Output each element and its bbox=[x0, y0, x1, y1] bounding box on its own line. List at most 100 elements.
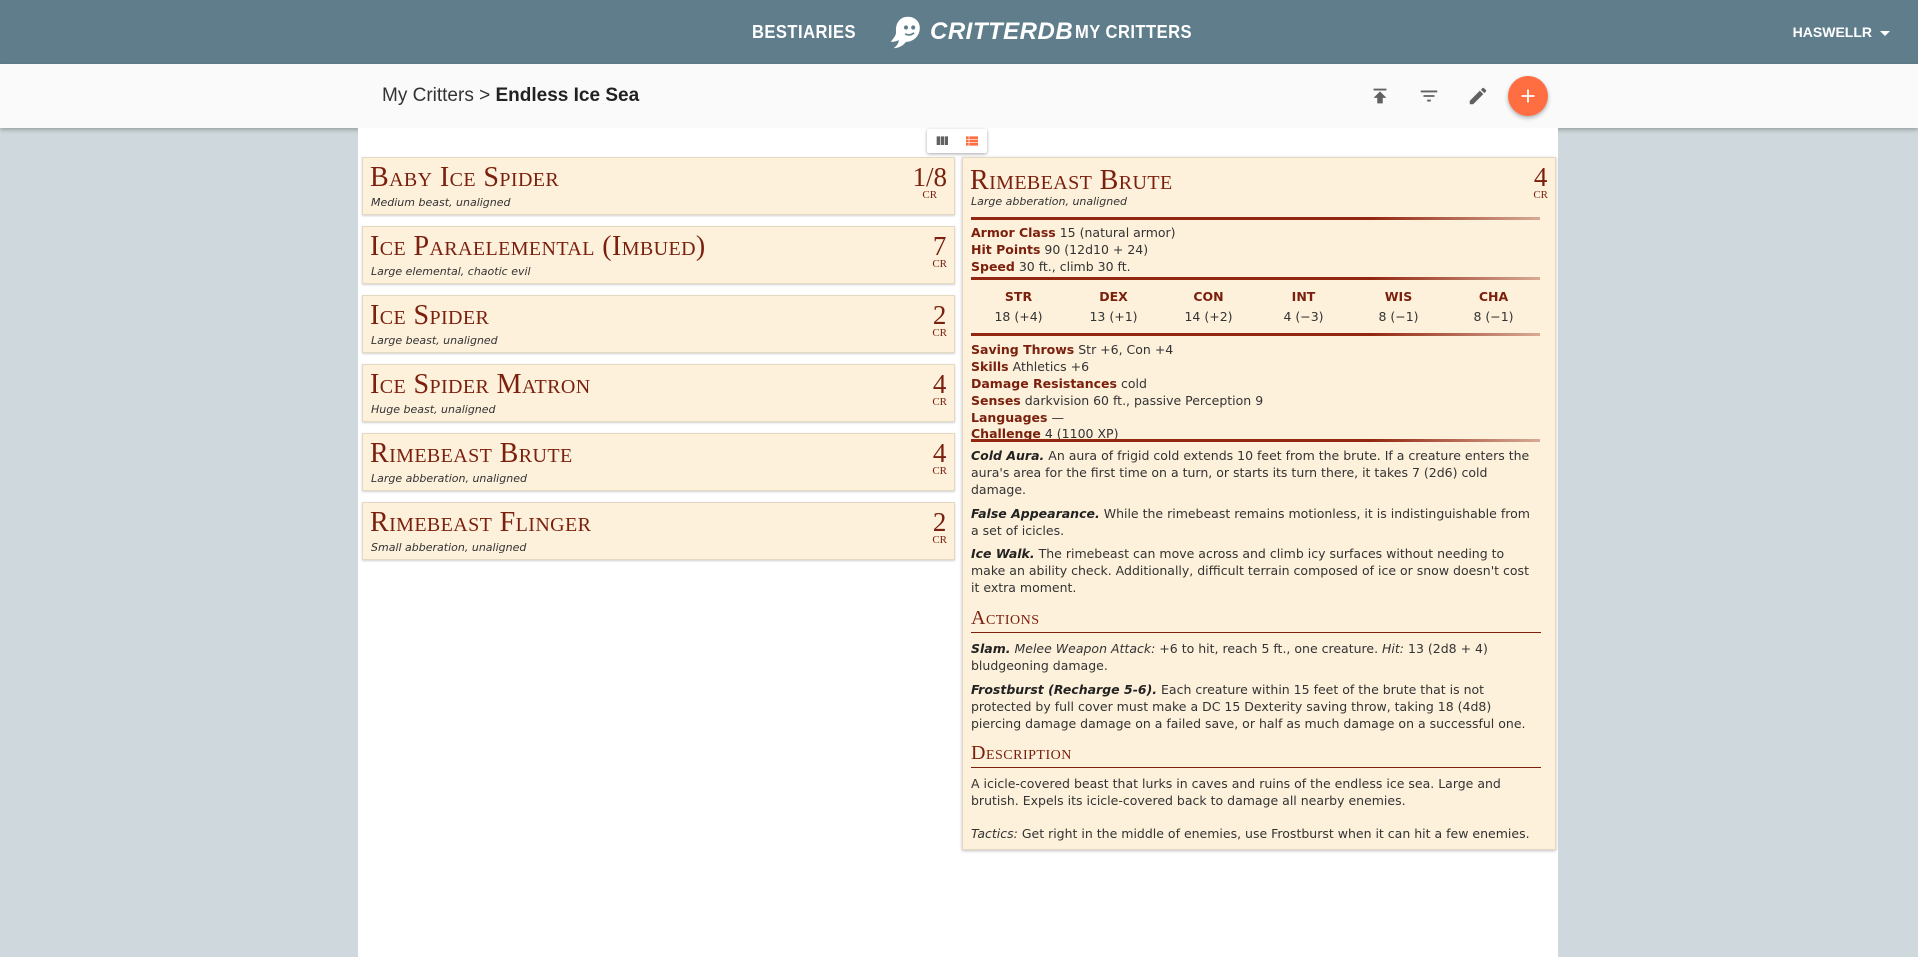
divider bbox=[971, 439, 1540, 442]
edit-button[interactable] bbox=[1462, 80, 1494, 112]
critter-name: Ice Spider bbox=[370, 300, 490, 331]
cr-label: CR bbox=[932, 396, 947, 408]
attack-text: +6 to hit, reach 5 ft., one creature. bbox=[1159, 641, 1379, 656]
nav-my-critters-link[interactable]: MY CRITTERS bbox=[1075, 0, 1192, 64]
stat-block: Rimebeast Brute Large abberation, unalig… bbox=[962, 157, 1556, 850]
languages-row: Languages — bbox=[971, 410, 1541, 427]
armor-class-row: Armor Class 15 (natural armor) bbox=[971, 225, 1541, 242]
cr-value: 2 bbox=[932, 507, 947, 537]
view-mode-toggle bbox=[927, 129, 987, 153]
trait-name: Ice Walk. bbox=[971, 546, 1035, 562]
ability-score: 8 (−1) bbox=[1378, 308, 1419, 324]
critter-card[interactable]: Rimebeast Flinger Small abberation, unal… bbox=[362, 502, 955, 560]
breadcrumb-separator: > bbox=[479, 85, 491, 106]
ability-score: 14 (+2) bbox=[1184, 308, 1233, 324]
critter-meta: Medium beast, unaligned bbox=[371, 196, 511, 209]
hit-points-row: Hit Points 90 (12d10 + 24) bbox=[971, 242, 1541, 259]
skills-label: Skills bbox=[971, 358, 1009, 374]
trait-text: An aura of frigid cold extends 10 feet f… bbox=[971, 448, 1530, 497]
cr-value: 7 bbox=[932, 231, 947, 261]
languages-value: — bbox=[1051, 409, 1064, 425]
trait: Cold Aura. An aura of frigid cold extend… bbox=[971, 448, 1541, 499]
critter-cr: 2 CR bbox=[932, 302, 947, 339]
tactics-text: Get right in the middle of enemies, use … bbox=[1021, 826, 1530, 842]
critter-cr: 4 CR bbox=[932, 440, 947, 477]
ability-name: CHA bbox=[1478, 289, 1509, 304]
critter-card[interactable]: Ice Spider Matron Huge beast, unaligned … bbox=[362, 364, 955, 422]
column-view-button[interactable] bbox=[927, 129, 957, 153]
nav-bestiaries-link[interactable]: BESTIARIES bbox=[752, 0, 856, 64]
critter-name: Rimebeast Brute bbox=[370, 438, 573, 469]
trait: Ice Walk. The rimebeast can move across … bbox=[971, 546, 1541, 597]
description-heading: Description bbox=[971, 740, 1541, 769]
critter-meta: Large elemental, chaotic evil bbox=[371, 265, 531, 278]
cr-label: CR bbox=[932, 465, 947, 477]
brand-name: CRITTERDB bbox=[930, 18, 1074, 45]
critter-name: Rimebeast Flinger bbox=[370, 507, 592, 538]
action: Frostburst (Recharge 5-6). Each creature… bbox=[971, 682, 1541, 733]
ability-con: CON 14 (+2) bbox=[1161, 289, 1256, 326]
traits-and-actions: Cold Aura. An aura of frigid cold extend… bbox=[971, 448, 1541, 850]
top-navbar: BESTIARIES CRITTERDB MY CRITTERS HASWELL… bbox=[0, 0, 1918, 64]
action-name: Frostburst (Recharge 5-6). bbox=[971, 681, 1158, 697]
brand-logo[interactable]: CRITTERDB bbox=[888, 10, 1073, 54]
critter-cr: 2 CR bbox=[932, 509, 947, 546]
cr-value: 4 bbox=[1533, 162, 1548, 192]
ability-score: 4 (−3) bbox=[1283, 308, 1324, 324]
tactics: Tactics: Get right in the middle of enem… bbox=[971, 826, 1541, 843]
ability-name: CON bbox=[1193, 289, 1224, 304]
export-button[interactable] bbox=[1364, 80, 1396, 112]
damage-resistances-value: cold bbox=[1120, 375, 1147, 391]
view-column-icon bbox=[936, 136, 948, 145]
cr-value: 4 bbox=[932, 438, 947, 468]
plus-icon bbox=[1521, 89, 1535, 103]
critter-cr: 4 CR bbox=[932, 371, 947, 408]
add-critter-button[interactable] bbox=[1508, 76, 1548, 116]
filter-button[interactable] bbox=[1413, 80, 1445, 112]
user-name: HASWELLR bbox=[1792, 24, 1872, 40]
description-text: A icicle-covered beast that lurks in cav… bbox=[971, 776, 1501, 809]
trait: False Appearance. While the rimebeast re… bbox=[971, 506, 1541, 540]
hit-points-label: Hit Points bbox=[971, 241, 1041, 257]
filter-list-icon bbox=[1420, 90, 1438, 102]
ability-cha: CHA 8 (−1) bbox=[1446, 289, 1541, 326]
trait-name: False Appearance. bbox=[971, 505, 1100, 521]
saving-throws-label: Saving Throws bbox=[971, 342, 1075, 357]
breadcrumb: My Critters > Endless Ice Sea bbox=[382, 64, 639, 128]
divider bbox=[971, 277, 1540, 280]
saving-throws-row: Saving Throws Str +6, Con +4 bbox=[971, 342, 1541, 359]
senses-label: Senses bbox=[971, 392, 1021, 408]
user-menu[interactable]: HASWELLR bbox=[1793, 0, 1890, 64]
armor-class-label: Armor Class bbox=[971, 225, 1056, 240]
list-view-button[interactable] bbox=[957, 129, 987, 153]
trait-text: The rimebeast can move across and climb … bbox=[971, 546, 1529, 596]
breadcrumb-parent-link[interactable]: My Critters bbox=[382, 85, 474, 106]
cr-label: CR bbox=[932, 534, 947, 546]
action: Slam. Melee Weapon Attack: +6 to hit, re… bbox=[971, 641, 1541, 675]
cr-label: CR bbox=[1533, 189, 1548, 201]
critter-card[interactable]: Ice Spider Large beast, unaligned 2 CR bbox=[362, 295, 955, 353]
caret-down-icon bbox=[1880, 30, 1890, 36]
cr-value: 2 bbox=[932, 300, 947, 330]
skills-value: Athletics +6 bbox=[1012, 358, 1090, 374]
breadcrumb-current: Endless Ice Sea bbox=[495, 85, 640, 106]
attack-type: Melee Weapon Attack: bbox=[1014, 641, 1156, 656]
basic-stats: Armor Class 15 (natural armor) Hit Point… bbox=[971, 225, 1541, 276]
stat-block-meta: Large abberation, unaligned bbox=[971, 195, 1127, 208]
action-name: Slam. bbox=[971, 641, 1011, 656]
critter-cr: 1/8 CR bbox=[912, 164, 947, 201]
actions-heading: Actions bbox=[971, 605, 1541, 633]
ability-str: STR 18 (+4) bbox=[971, 289, 1066, 326]
cr-label: CR bbox=[932, 327, 947, 339]
pencil-icon bbox=[1469, 87, 1487, 105]
ability-score: 18 (+4) bbox=[994, 308, 1043, 324]
critter-card[interactable]: Baby Ice Spider Medium beast, unaligned … bbox=[362, 157, 955, 215]
damage-resistances-row: Damage Resistances cold bbox=[971, 376, 1541, 393]
hit-points-value: 90 (12d10 + 24) bbox=[1044, 241, 1149, 257]
ability-name: DEX bbox=[1099, 289, 1128, 304]
critter-card[interactable]: Rimebeast Brute Large abberation, unalig… bbox=[362, 433, 955, 491]
critter-card[interactable]: Ice Paraelemental (Imbued) Large element… bbox=[362, 226, 955, 284]
hit-label: Hit: bbox=[1382, 641, 1405, 656]
stat-block-cr: 4 CR bbox=[1533, 164, 1548, 201]
cr-label: CR bbox=[932, 258, 947, 270]
